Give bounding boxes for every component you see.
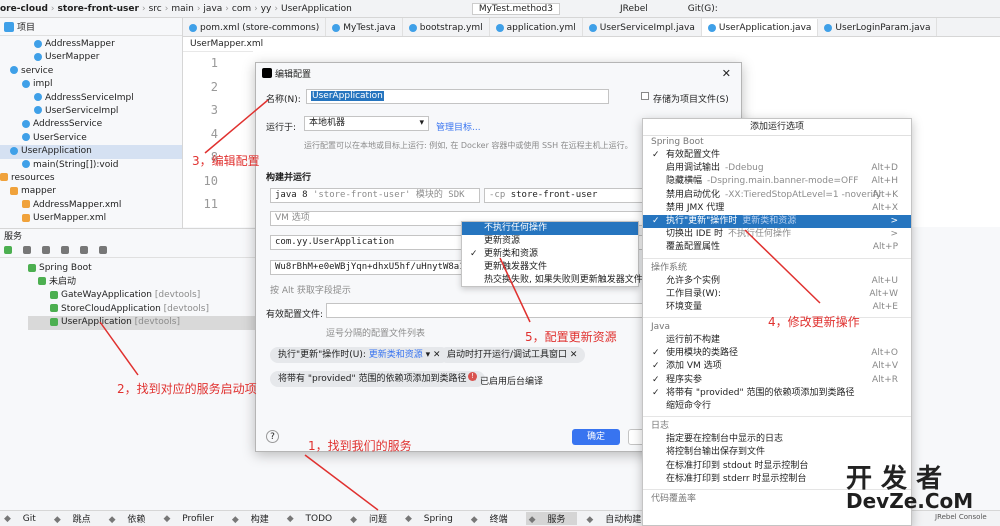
annotation-3: 3，编辑配置 xyxy=(192,154,260,168)
arrow-2 xyxy=(99,321,139,376)
jrebel-console-label: JRebel Console xyxy=(935,513,987,521)
annotation-1: 1，找到我们的服务 xyxy=(308,439,412,453)
annotation-2: 2，找到对应的服务启动项 xyxy=(117,382,257,396)
arrow-1 xyxy=(304,454,379,511)
watermark-line2: DevZe.CoM xyxy=(846,489,974,513)
annotation-arrows xyxy=(99,99,821,511)
annotation-5: 5，配置更新资源 xyxy=(525,330,617,344)
arrow-5 xyxy=(499,257,531,323)
annotation-4: 4，修改更新操作 xyxy=(768,315,860,329)
arrow-4 xyxy=(744,229,821,304)
arrow-3 xyxy=(204,99,269,154)
